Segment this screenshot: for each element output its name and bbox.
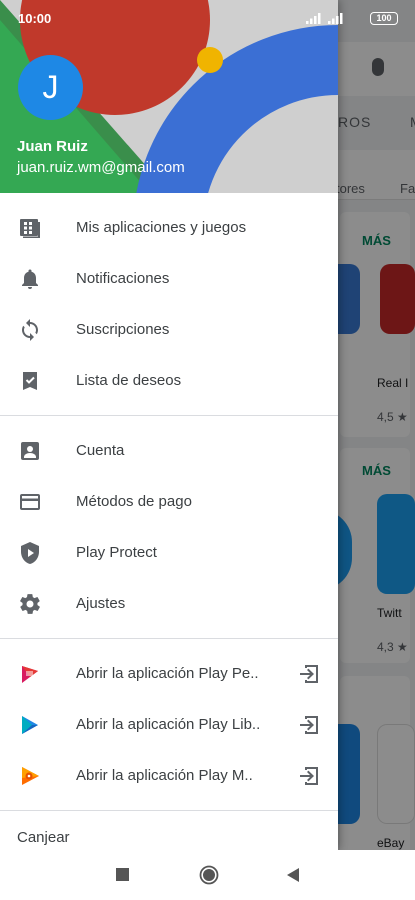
menu-item-redeem[interactable]: Canjear — [17, 829, 70, 846]
menu-item-open-play-music[interactable]: Abrir la aplicación Play M.. — [0, 750, 338, 801]
system-nav-bar — [0, 850, 415, 900]
menu-label: Play Protect — [76, 544, 157, 561]
menu-item-open-play-movies[interactable]: Abrir la aplicación Play Pe.. — [0, 648, 338, 699]
menu-label: Ajustes — [76, 595, 126, 612]
divider — [0, 810, 338, 811]
menu-item-wishlist[interactable]: Lista de deseos — [0, 355, 338, 406]
play-books-icon — [22, 716, 38, 734]
play-music-icon — [22, 767, 39, 785]
signal-icon — [306, 13, 321, 24]
menu-group-main: Mis aplicaciones y juegos Notificaciones… — [0, 193, 338, 415]
battery-icon: 100 — [370, 12, 398, 25]
menu-item-open-play-books[interactable]: Abrir la aplicación Play Lib.. — [0, 699, 338, 750]
menu-label: Cuenta — [76, 442, 125, 459]
menu-label: Mis aplicaciones y juegos — [76, 219, 247, 236]
user-name: Juan Ruiz — [17, 138, 88, 155]
open-external-icon[interactable] — [297, 662, 321, 686]
menu-label: Suscripciones — [76, 321, 170, 338]
open-external-icon[interactable] — [297, 764, 321, 788]
apps-grid-icon — [20, 219, 40, 238]
menu-item-notifications[interactable]: Notificaciones — [0, 253, 338, 304]
bell-icon — [22, 269, 38, 289]
menu-label: Métodos de pago — [76, 493, 192, 510]
shield-play-icon — [21, 542, 39, 564]
menu-label: Abrir la aplicación Play Lib.. — [76, 716, 261, 733]
menu-label: Notificaciones — [76, 270, 170, 287]
recents-button[interactable] — [116, 868, 130, 882]
menu-label: Lista de deseos — [76, 372, 182, 389]
menu-group-play-apps: Abrir la aplicación Play Pe.. Abrir la a… — [0, 639, 338, 810]
avatar[interactable]: J — [18, 55, 83, 120]
menu-item-account[interactable]: Cuenta — [0, 425, 338, 476]
menu-item-subscriptions[interactable]: Suscripciones — [0, 304, 338, 355]
menu-item-settings[interactable]: Ajustes — [0, 578, 338, 629]
menu-group-account: Cuenta Métodos de pago Play Protect Ajus… — [0, 416, 338, 638]
menu-item-payment-methods[interactable]: Métodos de pago — [0, 476, 338, 527]
play-movies-icon — [22, 666, 38, 683]
credit-card-icon — [20, 494, 40, 510]
status-time: 10:00 — [18, 11, 52, 26]
account-box-icon — [21, 442, 39, 460]
menu-item-my-apps[interactable]: Mis aplicaciones y juegos — [0, 202, 338, 253]
open-external-icon[interactable] — [297, 713, 321, 737]
navigation-drawer: J Juan Ruiz juan.ruiz.wm@gmail.com Mis a… — [0, 0, 338, 850]
gear-icon — [20, 594, 40, 614]
back-button[interactable] — [285, 867, 301, 883]
user-email: juan.ruiz.wm@gmail.com — [17, 159, 185, 176]
menu-label: Abrir la aplicación Play Pe.. — [76, 665, 259, 682]
signal-icon-2 — [328, 13, 343, 24]
status-bar: 10:00 100 — [0, 0, 415, 36]
bookmark-check-icon — [23, 372, 37, 390]
home-button[interactable] — [199, 865, 219, 885]
refresh-icon — [22, 319, 38, 341]
menu-label: Abrir la aplicación Play M.. — [76, 767, 253, 784]
menu-item-play-protect[interactable]: Play Protect — [0, 527, 338, 578]
